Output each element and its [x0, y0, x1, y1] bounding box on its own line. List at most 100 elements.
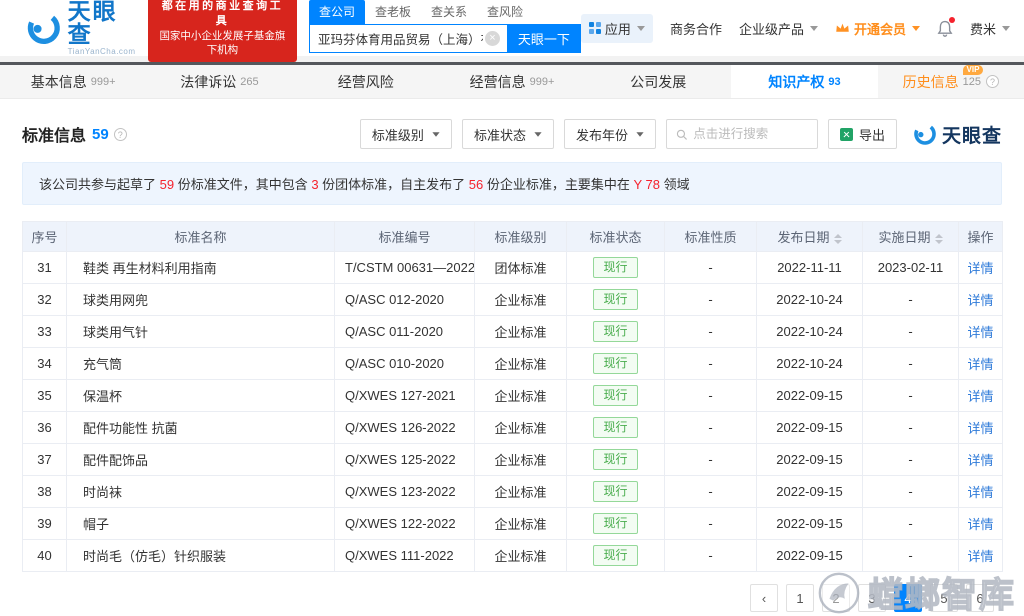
cell-standard-nature: - — [665, 316, 757, 348]
vip-membership-menu[interactable]: 开通会员 — [835, 19, 920, 38]
nav-tab-operation-risk[interactable]: 经营风险 — [293, 65, 439, 98]
nav-tab-count: 125 — [963, 76, 981, 88]
cell-standard-code: Q/ASC 011-2020 — [335, 316, 475, 348]
cell-index: 35 — [23, 380, 67, 412]
cell-standard-code: T/CSTM 00631—2022 — [335, 252, 475, 284]
cell-standard-name: 配件功能性 抗菌 — [67, 412, 335, 444]
enterprise-product-menu[interactable]: 企业级产品 — [739, 19, 818, 38]
detail-link[interactable]: 详情 — [967, 325, 993, 340]
standards-table: 序号标准名称标准编号标准级别标准状态标准性质发布日期实施日期操作 31鞋类 再生… — [22, 221, 1003, 572]
detail-link[interactable]: 详情 — [967, 261, 993, 276]
table-row: 34充气筒Q/ASC 010-2020企业标准现行-2022-10-24-详情 — [23, 348, 1003, 380]
cell-standard-status: 现行 — [567, 316, 665, 348]
search-tab-company[interactable]: 查公司 — [309, 0, 365, 24]
cell-standard-name: 配件配饰品 — [67, 444, 335, 476]
search-icon — [676, 128, 687, 141]
page-button-5[interactable]: 5 — [930, 584, 958, 612]
detail-link[interactable]: 详情 — [967, 485, 993, 500]
column-header-label: 标准名称 — [174, 230, 226, 245]
cell-standard-code: Q/ASC 010-2020 — [335, 348, 475, 380]
table-row: 37配件配饰品Q/XWES 125-2022企业标准现行-2022-09-15-… — [23, 444, 1003, 476]
clear-icon[interactable]: × — [485, 31, 500, 46]
detail-link[interactable]: 详情 — [967, 421, 993, 436]
help-icon[interactable]: ? — [986, 75, 999, 88]
apps-menu[interactable]: 应用 — [581, 14, 653, 43]
detail-link[interactable]: 详情 — [967, 549, 993, 564]
cell-implement-date: 2023-02-11 — [863, 252, 959, 284]
cell-standard-nature: - — [665, 476, 757, 508]
table-row: 38时尚袜Q/XWES 123-2022企业标准现行-2022-09-15-详情 — [23, 476, 1003, 508]
detail-link[interactable]: 详情 — [967, 293, 993, 308]
table-row: 39帽子Q/XWES 122-2022企业标准现行-2022-09-15-详情 — [23, 508, 1003, 540]
cell-standard-name: 时尚毛（仿毛）针织服装 — [67, 540, 335, 572]
page-button-6[interactable]: 6 — [966, 584, 994, 612]
detail-link[interactable]: 详情 — [967, 389, 993, 404]
filter-standard-status[interactable]: 标准状态 — [462, 119, 554, 149]
help-icon[interactable]: ? — [114, 128, 127, 141]
tianyancha-logo[interactable]: 天眼查 TianYanCha.com — [26, 0, 138, 56]
cell-standard-nature: - — [665, 348, 757, 380]
column-header-label: 标准编号 — [378, 230, 430, 245]
detail-link[interactable]: 详情 — [967, 357, 993, 372]
cell-standard-status: 现行 — [567, 348, 665, 380]
cell-implement-date: - — [863, 476, 959, 508]
cell-standard-code: Q/XWES 127-2021 — [335, 380, 475, 412]
column-header-6[interactable]: 发布日期 — [757, 222, 863, 252]
status-badge: 现行 — [593, 257, 637, 278]
chevron-down-icon — [637, 26, 645, 31]
search-tab-relation[interactable]: 查关系 — [421, 0, 477, 24]
company-search-input[interactable] — [309, 24, 507, 53]
promo-banner[interactable]: 都在用的商业查询工具 国家中小企业发展子基金旗下机构 — [148, 0, 297, 62]
status-badge: 现行 — [593, 481, 637, 502]
summary-segment: 份企业标准，主要集中在 — [483, 177, 633, 192]
filter-label: 标准状态 — [474, 125, 526, 144]
cell-standard-level: 企业标准 — [475, 476, 567, 508]
sort-down-icon — [834, 240, 842, 244]
table-search-input[interactable] — [693, 127, 808, 141]
cell-index: 39 — [23, 508, 67, 540]
search-tab-boss[interactable]: 查老板 — [365, 0, 421, 24]
cell-standard-nature: - — [665, 380, 757, 412]
nav-tab-label: 知识产权 — [768, 72, 824, 92]
standards-section: 标准信息 59 ? 标准级别标准状态发布年份 导出 天眼查 — [0, 99, 1024, 612]
cell-implement-date: - — [863, 348, 959, 380]
user-menu[interactable]: 费米 — [970, 19, 1010, 38]
nav-tab-operation-info[interactable]: 经营信息999+ — [439, 65, 585, 98]
search-tab-risk[interactable]: 查风险 — [477, 0, 533, 24]
cell-standard-nature: - — [665, 284, 757, 316]
page-prev-button[interactable]: ‹ — [750, 584, 778, 612]
business-cooperation-link[interactable]: 商务合作 — [670, 19, 722, 38]
cell-implement-date: - — [863, 284, 959, 316]
nav-tab-legal-suit[interactable]: 法律诉讼265 — [146, 65, 292, 98]
sort-icon — [935, 234, 943, 244]
search-button[interactable]: 天眼一下 — [507, 24, 581, 53]
table-row: 35保温杯Q/XWES 127-2021企业标准现行-2022-09-15-详情 — [23, 380, 1003, 412]
page-button-1[interactable]: 1 — [786, 584, 814, 612]
chevron-down-icon — [534, 132, 541, 137]
nav-tab-history-info[interactable]: 历史信息VIP125? — [878, 65, 1024, 98]
page-button-4[interactable]: 4 — [894, 584, 922, 612]
page-button-2[interactable]: 2 — [822, 584, 850, 612]
detail-link[interactable]: 详情 — [967, 453, 993, 468]
table-search-box[interactable] — [666, 119, 818, 149]
filter-publish-year[interactable]: 发布年份 — [564, 119, 656, 149]
search-type-tabs: 查公司查老板查关系查风险 — [309, 3, 581, 24]
page-button-3[interactable]: 3 — [858, 584, 886, 612]
nav-tab-basic-info[interactable]: 基本信息999+ — [0, 65, 146, 98]
export-button[interactable]: 导出 — [828, 119, 897, 149]
nav-tab-intellectual-property[interactable]: 知识产权93 — [731, 65, 877, 98]
nav-tab-company-development[interactable]: 公司发展 — [585, 65, 731, 98]
column-header-label: 发布日期 — [777, 230, 829, 245]
notification-bell-icon[interactable] — [937, 20, 953, 37]
column-header-2: 标准编号 — [335, 222, 475, 252]
cell-standard-code: Q/XWES 122-2022 — [335, 508, 475, 540]
cell-standard-name: 保温杯 — [67, 380, 335, 412]
column-header-7[interactable]: 实施日期 — [863, 222, 959, 252]
cell-standard-level: 企业标准 — [475, 540, 567, 572]
filter-standard-level[interactable]: 标准级别 — [360, 119, 452, 149]
cell-standard-code: Q/ASC 012-2020 — [335, 284, 475, 316]
user-name: 费米 — [970, 19, 996, 38]
detail-link[interactable]: 详情 — [967, 517, 993, 532]
status-badge: 现行 — [593, 385, 637, 406]
cell-publish-date: 2022-09-15 — [757, 444, 863, 476]
